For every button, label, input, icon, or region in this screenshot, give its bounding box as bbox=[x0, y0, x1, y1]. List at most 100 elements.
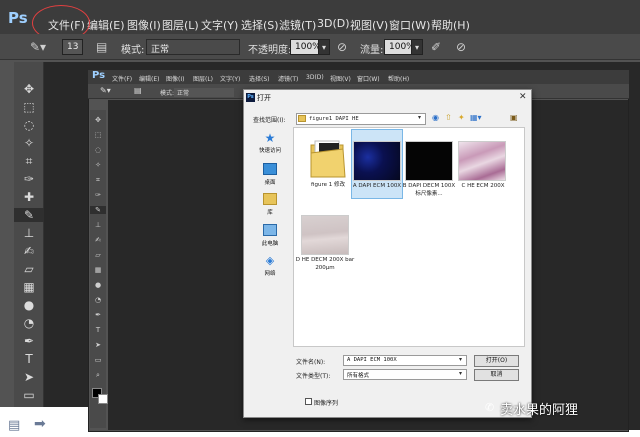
blur-tool-icon[interactable]: ● bbox=[14, 298, 44, 312]
inner-brush-tool-icon[interactable]: ✎▾ bbox=[100, 86, 111, 95]
look-in-select[interactable]: figure1 DAPI HE bbox=[296, 113, 426, 125]
inner-pen-tool-icon[interactable]: ✒ bbox=[90, 311, 106, 319]
menu-window[interactable]: 窗口(W) bbox=[389, 17, 430, 33]
desktop-icon[interactable] bbox=[263, 163, 277, 175]
filename-input[interactable]: A DAPI ECM 100X bbox=[343, 355, 467, 366]
inner-history-brush-tool-icon[interactable]: ✍ bbox=[90, 236, 106, 244]
inner-menu-file[interactable]: 文件(F) bbox=[112, 74, 132, 83]
inner-move-tool-icon[interactable]: ✥ bbox=[90, 116, 106, 124]
inner-dodge-tool-icon[interactable]: ◔ bbox=[90, 296, 106, 304]
place-this-pc[interactable]: 此电脑 bbox=[250, 239, 290, 247]
inner-lasso-tool-icon[interactable]: ◌ bbox=[90, 146, 106, 154]
lasso-tool-icon[interactable]: ◌ bbox=[14, 118, 44, 132]
marquee-tool-icon[interactable]: ⬚ bbox=[14, 100, 44, 114]
menu-select[interactable]: 选择(S) bbox=[241, 17, 279, 33]
cancel-button[interactable]: 取消 bbox=[474, 369, 519, 381]
chevron-down-icon[interactable]: ▾ bbox=[418, 114, 421, 121]
menu-image[interactable]: 图像(I) bbox=[127, 17, 161, 33]
open-button[interactable]: 打开(O) bbox=[474, 355, 519, 367]
inner-menu-filter[interactable]: 滤镜(T) bbox=[278, 74, 298, 83]
pen-tool-icon[interactable]: ✒ bbox=[14, 334, 44, 348]
adobe-bridge-icon[interactable]: ▣ bbox=[510, 113, 518, 122]
crop-tool-icon[interactable]: ⌗ bbox=[14, 154, 44, 169]
share-arrow-icon[interactable]: ➡ bbox=[34, 416, 46, 432]
new-folder-icon[interactable]: ✦ bbox=[458, 113, 465, 122]
shape-tool-icon[interactable]: ▭ bbox=[14, 388, 44, 402]
inner-brush-tool-icon-active[interactable]: ✎ bbox=[90, 206, 106, 214]
background-color-swatch[interactable] bbox=[98, 394, 108, 404]
inner-crop-tool-icon[interactable]: ⌗ bbox=[90, 176, 106, 185]
brush-panel-icon[interactable]: ▤ bbox=[96, 40, 107, 54]
path-select-tool-icon[interactable]: ➤ bbox=[14, 370, 44, 384]
eraser-tool-icon[interactable]: ▱ bbox=[14, 262, 44, 276]
menu-filter[interactable]: 滤镜(T) bbox=[279, 17, 316, 33]
dialog-title: 打开 bbox=[257, 94, 271, 102]
inner-brush-panel-icon[interactable]: ▤ bbox=[134, 86, 142, 95]
eyedropper-tool-icon[interactable]: ✑ bbox=[14, 172, 44, 186]
inner-stamp-tool-icon[interactable]: ⊥ bbox=[90, 221, 106, 229]
dodge-tool-icon[interactable]: ◔ bbox=[14, 316, 44, 330]
airbrush-icon[interactable]: ✐ bbox=[431, 40, 441, 54]
pressure-size-icon[interactable]: ⊘ bbox=[456, 40, 466, 54]
network-icon[interactable]: ◈ bbox=[263, 254, 277, 267]
inner-blur-tool-icon[interactable]: ● bbox=[90, 281, 106, 289]
brush-tool-icon[interactable]: ✎▾ bbox=[30, 40, 46, 54]
brush-tool-icon-active[interactable]: ✎ bbox=[14, 208, 44, 222]
history-brush-tool-icon[interactable]: ✍ bbox=[14, 244, 44, 258]
inner-menu-help[interactable]: 帮助(H) bbox=[388, 74, 409, 83]
inner-menu-3d[interactable]: 3D(D) bbox=[306, 74, 324, 81]
inner-menu-type[interactable]: 文字(Y) bbox=[220, 74, 240, 83]
menu-help[interactable]: 帮助(H) bbox=[431, 17, 470, 33]
inner-mode-select[interactable]: 正常 bbox=[174, 88, 234, 97]
view-menu-icon[interactable]: ▦▾ bbox=[470, 113, 482, 122]
inner-gradient-tool-icon[interactable]: ▦ bbox=[90, 266, 106, 274]
inner-menu-image[interactable]: 图像(I) bbox=[166, 74, 184, 83]
place-quick-access[interactable]: 快速访问 bbox=[250, 146, 290, 154]
inner-eraser-tool-icon[interactable]: ▱ bbox=[90, 251, 106, 259]
inner-marquee-tool-icon[interactable]: ⬚ bbox=[90, 131, 106, 139]
inner-menu-view[interactable]: 视图(V) bbox=[330, 74, 351, 83]
healing-tool-icon[interactable]: ✚ bbox=[14, 190, 44, 204]
inner-zoom-tool-icon[interactable]: ⌕ bbox=[90, 371, 106, 380]
inner-menu-layer[interactable]: 图层(L) bbox=[193, 74, 213, 83]
menu-type[interactable]: 文字(Y) bbox=[201, 17, 238, 33]
filetype-label: 文件类型(T): bbox=[296, 373, 331, 380]
flow-dropdown-icon[interactable]: ▾ bbox=[411, 39, 423, 55]
inner-menu-edit[interactable]: 编辑(E) bbox=[139, 74, 159, 83]
menu-edit[interactable]: 编辑(E) bbox=[87, 17, 125, 33]
inner-shape-tool-icon[interactable]: ▭ bbox=[90, 356, 106, 364]
brush-size-picker[interactable]: 13 bbox=[62, 39, 84, 55]
computer-icon[interactable] bbox=[263, 224, 277, 236]
inner-type-tool-icon[interactable]: T bbox=[90, 326, 106, 334]
comment-icon[interactable]: ▤ bbox=[8, 418, 20, 433]
place-desktop[interactable]: 桌面 bbox=[250, 178, 290, 186]
mode-select[interactable]: 正常 bbox=[146, 39, 240, 55]
close-icon[interactable]: ✕ bbox=[519, 92, 527, 102]
back-icon[interactable]: ◉ bbox=[432, 113, 439, 122]
gradient-tool-icon[interactable]: ▦ bbox=[14, 280, 44, 294]
move-tool-icon[interactable]: ✥ bbox=[14, 82, 44, 96]
place-library[interactable]: 库 bbox=[250, 208, 290, 216]
inner-menu-select[interactable]: 选择(S) bbox=[249, 74, 270, 83]
up-folder-icon[interactable]: ⇧ bbox=[445, 113, 452, 122]
filetype-select[interactable]: 所有格式 bbox=[343, 369, 467, 380]
inner-path-select-tool-icon[interactable]: ➤ bbox=[90, 341, 106, 349]
pressure-opacity-icon[interactable]: ⊘ bbox=[337, 40, 347, 54]
inner-eyedropper-tool-icon[interactable]: ✑ bbox=[90, 191, 106, 199]
inner-quick-select-tool-icon[interactable]: ✧ bbox=[90, 161, 106, 169]
file-item-folder[interactable] bbox=[309, 139, 347, 179]
chevron-down-icon[interactable]: ▾ bbox=[459, 370, 462, 377]
menu-3d[interactable]: 3D(D) bbox=[317, 17, 350, 30]
library-icon[interactable] bbox=[263, 193, 277, 205]
opacity-dropdown-icon[interactable]: ▾ bbox=[318, 39, 330, 55]
stamp-tool-icon[interactable]: ⊥ bbox=[14, 226, 44, 240]
inner-menu-window[interactable]: 窗口(W) bbox=[357, 74, 380, 83]
type-tool-icon[interactable]: T bbox=[14, 352, 44, 366]
image-sequence-checkbox[interactable] bbox=[305, 398, 312, 405]
quick-select-tool-icon[interactable]: ✧ bbox=[14, 136, 44, 150]
menu-view[interactable]: 视图(V) bbox=[350, 17, 388, 33]
place-network[interactable]: 网络 bbox=[250, 269, 290, 277]
menu-layer[interactable]: 图层(L) bbox=[162, 17, 199, 33]
chevron-down-icon[interactable]: ▾ bbox=[459, 356, 462, 363]
star-icon[interactable]: ★ bbox=[263, 131, 277, 145]
